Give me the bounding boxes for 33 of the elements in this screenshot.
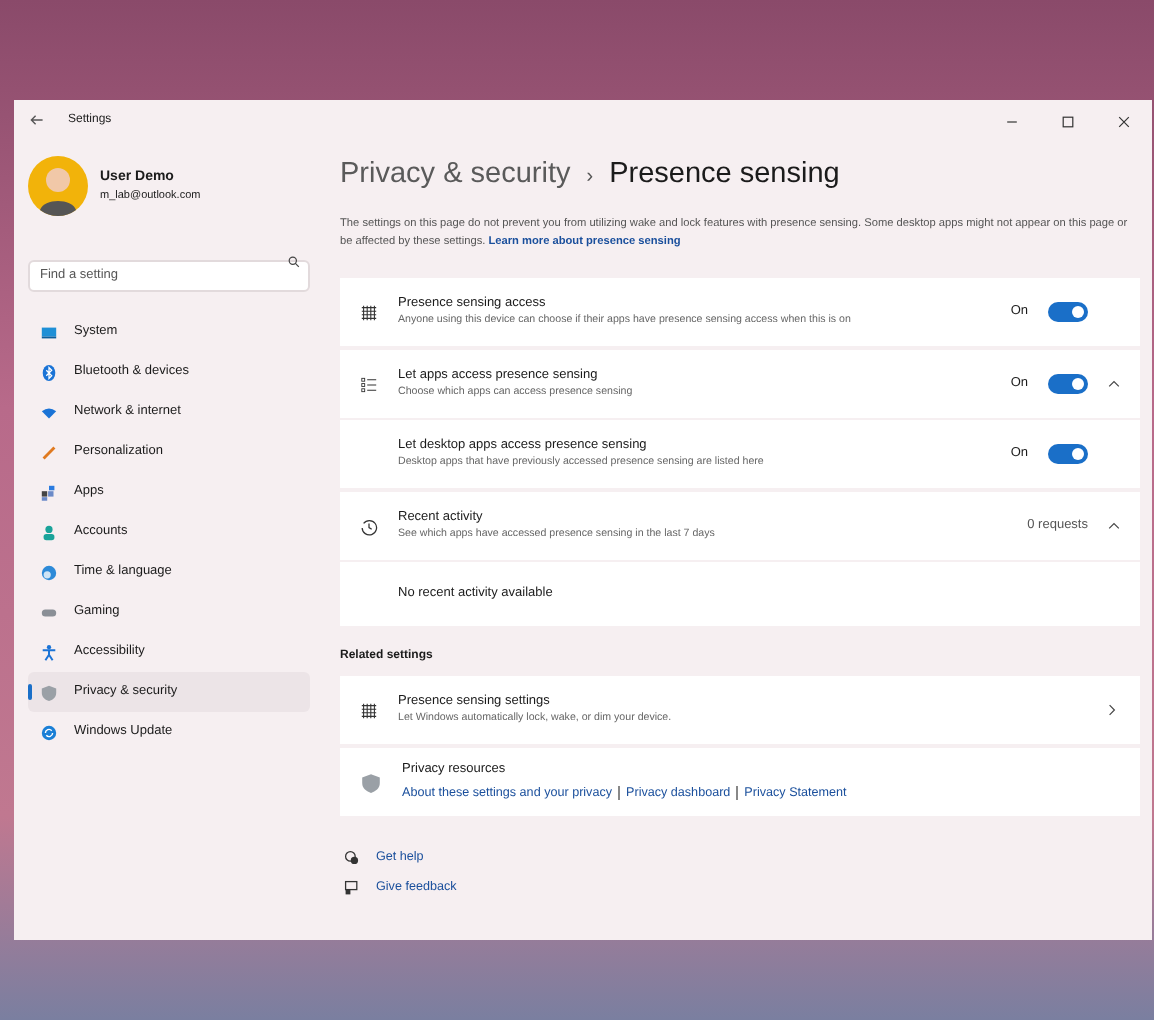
back-arrow-icon[interactable] — [30, 114, 44, 126]
globe-icon — [40, 563, 58, 581]
breadcrumb-separator: › — [586, 163, 594, 191]
brush-icon — [40, 443, 58, 461]
update-icon — [40, 723, 58, 741]
toggle-switch[interactable] — [1048, 374, 1088, 394]
toggle-switch[interactable] — [1048, 302, 1088, 322]
chevron-right-icon — [1108, 704, 1116, 716]
close-icon[interactable] — [1118, 116, 1130, 128]
monitor-icon — [40, 323, 58, 341]
shield-icon — [360, 771, 382, 793]
avatar-icon — [28, 156, 88, 216]
shield-icon — [40, 683, 58, 701]
grid-icon — [360, 701, 378, 719]
page-title: Presence sensing — [609, 156, 840, 195]
history-icon — [360, 517, 378, 535]
search-icon — [288, 256, 300, 268]
accessibility-icon — [40, 643, 58, 661]
bluetooth-icon — [40, 363, 58, 381]
chevron-icon[interactable] — [1108, 522, 1120, 530]
maximize-icon[interactable] — [1062, 116, 1074, 128]
list-icon — [360, 375, 378, 393]
minimize-icon[interactable] — [1006, 116, 1018, 128]
apps-icon — [40, 483, 58, 501]
grid-icon — [360, 303, 378, 321]
toggle-switch[interactable] — [1048, 444, 1088, 464]
person-icon — [40, 523, 58, 541]
selection-indicator — [28, 684, 32, 700]
feedback-icon — [344, 880, 360, 897]
wifi-icon — [40, 403, 58, 421]
chevron-icon[interactable] — [1108, 380, 1120, 388]
help-icon — [344, 849, 360, 866]
breadcrumb-parent[interactable]: Privacy & security — [340, 154, 571, 198]
